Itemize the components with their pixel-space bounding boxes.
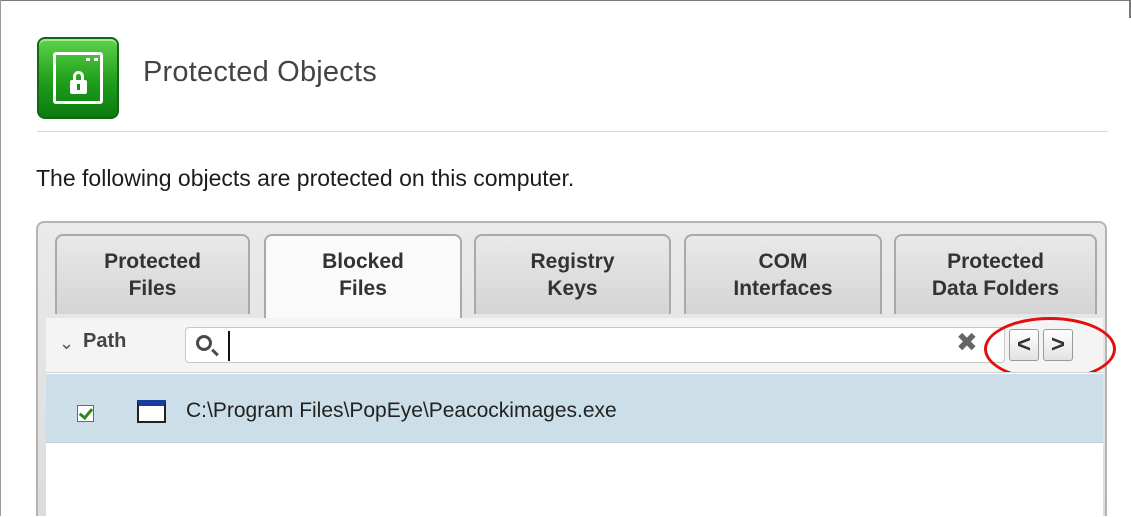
page-description: The following objects are protected on t…	[36, 165, 575, 191]
blocked-files-list: C:\Program Files\PopEye\Peacockimages.ex…	[46, 372, 1103, 517]
tab-label-line1: COM	[758, 250, 808, 273]
file-path: C:\Program Files\PopEye\Peacockimages.ex…	[186, 399, 617, 422]
tab-label-line2: Keys	[547, 277, 598, 300]
window-frame-icon	[53, 52, 103, 104]
page-title: Protected Objects	[143, 56, 377, 88]
tab-protected-data-folders[interactable]: Protected Data Folders	[894, 234, 1097, 314]
search-input[interactable]	[228, 331, 996, 361]
tab-label-line2: Data Folders	[931, 277, 1060, 300]
clear-search-icon[interactable]: ✖	[956, 329, 978, 355]
lock-window-icon	[37, 37, 119, 119]
filter-toolbar: ⌄ Path ✖ < >	[46, 318, 1103, 372]
search-icon	[196, 335, 212, 351]
tab-label-line2: Interfaces	[733, 277, 833, 300]
exe-window-icon	[137, 400, 166, 423]
column-selector[interactable]: Path	[83, 330, 126, 353]
tab-com-interfaces[interactable]: COM Interfaces	[684, 234, 882, 314]
tab-protected-files[interactable]: Protected Files	[55, 234, 250, 314]
window-top-border	[0, 0, 1131, 16]
tab-label-line1: Protected	[104, 250, 201, 273]
tab-label-line1: Protected	[947, 250, 1044, 273]
title-divider	[37, 131, 1108, 132]
list-item[interactable]: C:\Program Files\PopEye\Peacockimages.ex…	[46, 374, 1103, 443]
tab-label-line2: Files	[339, 277, 387, 300]
tab-label-line1: Blocked	[322, 250, 404, 273]
tab-label-line1: Registry	[530, 250, 615, 273]
tab-blocked-files[interactable]: Blocked Files	[264, 234, 462, 318]
tab-label-line2: Files	[128, 277, 177, 300]
search-box[interactable]	[185, 327, 1005, 363]
row-checkbox[interactable]	[77, 405, 94, 422]
window-left-border	[0, 0, 16, 516]
chevron-down-icon[interactable]: ⌄	[59, 333, 74, 354]
tab-registry-keys[interactable]: Registry Keys	[474, 234, 671, 314]
